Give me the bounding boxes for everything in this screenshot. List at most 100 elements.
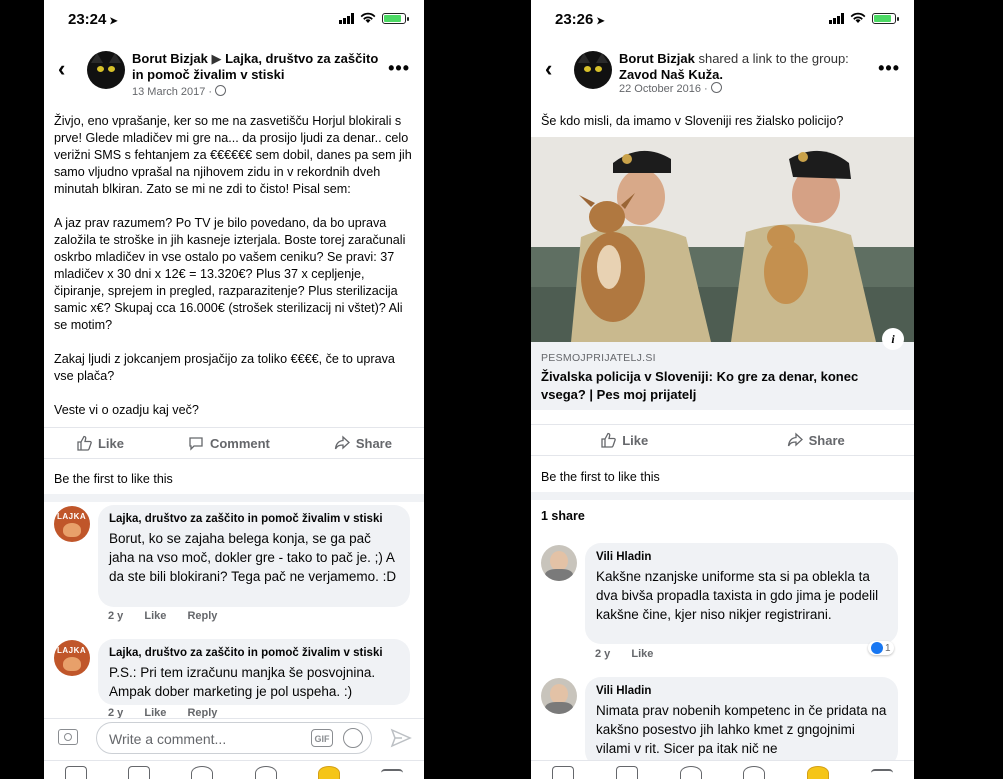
comment-bubble: Vili Hladin Nimata prav nobenih kompeten…: [585, 677, 898, 767]
comment-like-link[interactable]: Like: [631, 648, 653, 660]
comment-text: Borut, ko se zajaha belega konja, se ga …: [109, 531, 397, 584]
news-feed-tab-icon[interactable]: [64, 766, 87, 779]
comment-input[interactable]: Write a comment... GIF: [96, 722, 372, 754]
comment-text: Kakšne nzanjske uniforme sta si pa oblek…: [596, 569, 879, 622]
commenter-avatar[interactable]: [541, 678, 577, 714]
status-time: 23:24 ➤: [68, 11, 118, 28]
first-like-text: Be the first to like this: [54, 472, 173, 486]
video-tab-icon[interactable]: [127, 766, 150, 779]
gif-icon[interactable]: GIF: [311, 729, 333, 747]
emoji-icon[interactable]: [343, 728, 363, 748]
author-name[interactable]: Borut Bizjak: [132, 51, 208, 66]
share-button[interactable]: Share: [334, 435, 392, 451]
profile-tab-icon[interactable]: [191, 766, 214, 779]
divider: [531, 492, 914, 500]
post-author-line: Borut Bizjak ▶ Lajka, društvo za zaščito…: [132, 51, 387, 83]
notifications-tab-icon[interactable]: [807, 766, 830, 779]
post-text: Še kdo misli, da imamo v Sloveniji res ž…: [541, 114, 844, 128]
separator-icon: ▶: [211, 51, 222, 66]
commenter-avatar[interactable]: LAJKA: [54, 506, 90, 542]
post-date: 13 March 2017 ·: [132, 85, 227, 98]
comment-meta: 2 y Like: [595, 648, 653, 660]
signal-icon: [339, 12, 354, 24]
comment-placeholder: Write a comment...: [109, 731, 227, 747]
link-title[interactable]: Živalska policija v Sloveniji: Ko gre za…: [541, 368, 906, 404]
post-actions: Like Share: [531, 424, 914, 456]
bottom-tab-bar: [44, 760, 424, 779]
avatar[interactable]: [574, 51, 612, 89]
avatar[interactable]: [87, 51, 125, 89]
post-paragraph: Veste vi o ozadju kaj več?: [54, 403, 199, 417]
status-time: 23:26 ➤: [555, 11, 605, 28]
police-officers-with-dogs-photo: [531, 137, 914, 342]
divider: [44, 494, 424, 502]
reaction-count-badge[interactable]: 1: [868, 641, 894, 655]
like-button[interactable]: Like: [600, 432, 648, 448]
comment-author[interactable]: Vili Hladin: [596, 550, 887, 565]
link-preview[interactable]: i PESMOJPRIJATELJ.SI Živalska policija v…: [531, 328, 914, 410]
back-chevron-icon[interactable]: ‹: [58, 56, 65, 82]
comment-bubble: Lajka, društvo za zaščito in pomoč žival…: [98, 505, 410, 607]
more-options-icon[interactable]: •••: [388, 58, 410, 79]
post-author-line: Borut Bizjak shared a link to the group:…: [619, 51, 849, 82]
info-icon[interactable]: i: [882, 328, 904, 350]
battery-icon: [872, 12, 899, 24]
comment-composer: Write a comment... GIF: [44, 718, 424, 759]
post-header: ‹ Borut Bizjak shared a link to the grou…: [531, 48, 914, 100]
back-chevron-icon[interactable]: ‹: [545, 56, 552, 82]
share-button[interactable]: Share: [787, 432, 845, 448]
share-action-text: shared a link to the group:: [698, 51, 849, 66]
thumbs-up-icon: [77, 435, 92, 451]
comment-meta: 2 y Like Reply: [108, 610, 217, 622]
left-screenshot: 23:24 ➤ ‹ Borut Bizjak ▶ Lajka, društvo z…: [44, 0, 424, 779]
comment-icon: [189, 437, 203, 451]
comment-button[interactable]: Comment: [188, 435, 270, 451]
share-arrow-icon: [334, 435, 350, 450]
thumbs-up-icon: [601, 432, 617, 448]
groups-tab-icon[interactable]: [743, 766, 766, 779]
first-like-text: Be the first to like this: [541, 470, 660, 484]
comment-reply-link[interactable]: Reply: [187, 610, 217, 622]
group-name[interactable]: Zavod Naš Kuža: [619, 67, 719, 82]
comment-author[interactable]: Vili Hladin: [596, 684, 887, 699]
comment-like-link[interactable]: Like: [144, 610, 166, 622]
post-date: 22 October 2016 ·: [619, 82, 722, 95]
commenter-avatar[interactable]: [541, 545, 577, 581]
share-count[interactable]: 1 share: [541, 509, 585, 523]
comment-text: Nimata prav nobenih kompetenc in če prid…: [596, 703, 887, 756]
profile-tab-icon[interactable]: [679, 766, 702, 779]
comment-author[interactable]: Lajka, društvo za zaščito in pomoč žival…: [109, 646, 399, 661]
comment-author[interactable]: Lajka, društvo za zaščito in pomoč žival…: [109, 512, 399, 527]
menu-tab-icon[interactable]: [381, 769, 404, 775]
post-header: ‹ Borut Bizjak ▶ Lajka, društvo za zašči…: [44, 48, 424, 100]
signal-icon: [829, 12, 844, 24]
send-icon[interactable]: [390, 727, 412, 749]
like-button[interactable]: Like: [76, 435, 124, 451]
news-feed-tab-icon[interactable]: [551, 766, 574, 779]
like-reaction-icon: [871, 642, 883, 654]
bottom-tab-bar: [531, 760, 914, 779]
link-preview-image[interactable]: [531, 137, 914, 342]
wifi-icon: [850, 12, 866, 23]
location-arrow-icon: ➤: [109, 16, 118, 27]
menu-tab-icon[interactable]: [871, 769, 894, 775]
share-arrow-icon: [787, 432, 803, 447]
post-actions: Like Comment Share: [44, 427, 424, 459]
commenter-avatar[interactable]: LAJKA: [54, 640, 90, 676]
comment-text: P.S.: Pri tem izračunu manjka še posvojn…: [109, 665, 376, 699]
comment-bubble: Lajka, društvo za zaščito in pomoč žival…: [98, 639, 410, 705]
author-name[interactable]: Borut Bizjak: [619, 51, 695, 66]
comment-age: 2 y: [595, 648, 611, 660]
groups-tab-icon[interactable]: [254, 766, 277, 779]
status-bar: 23:24 ➤: [44, 0, 424, 40]
more-options-icon[interactable]: •••: [878, 58, 900, 79]
video-tab-icon[interactable]: [615, 766, 638, 779]
notifications-tab-icon[interactable]: [317, 766, 340, 779]
status-bar: 23:26 ➤: [531, 0, 914, 40]
comment-age: 2 y: [108, 610, 124, 622]
comment-bubble: Vili Hladin Kakšne nzanjske uniforme sta…: [585, 543, 898, 644]
location-arrow-icon: ➤: [596, 16, 605, 27]
right-screenshot: 23:26 ➤ ‹ Borut Bizjak shared a link to t…: [531, 0, 914, 779]
globe-icon: [215, 85, 227, 96]
camera-icon[interactable]: [58, 729, 78, 745]
